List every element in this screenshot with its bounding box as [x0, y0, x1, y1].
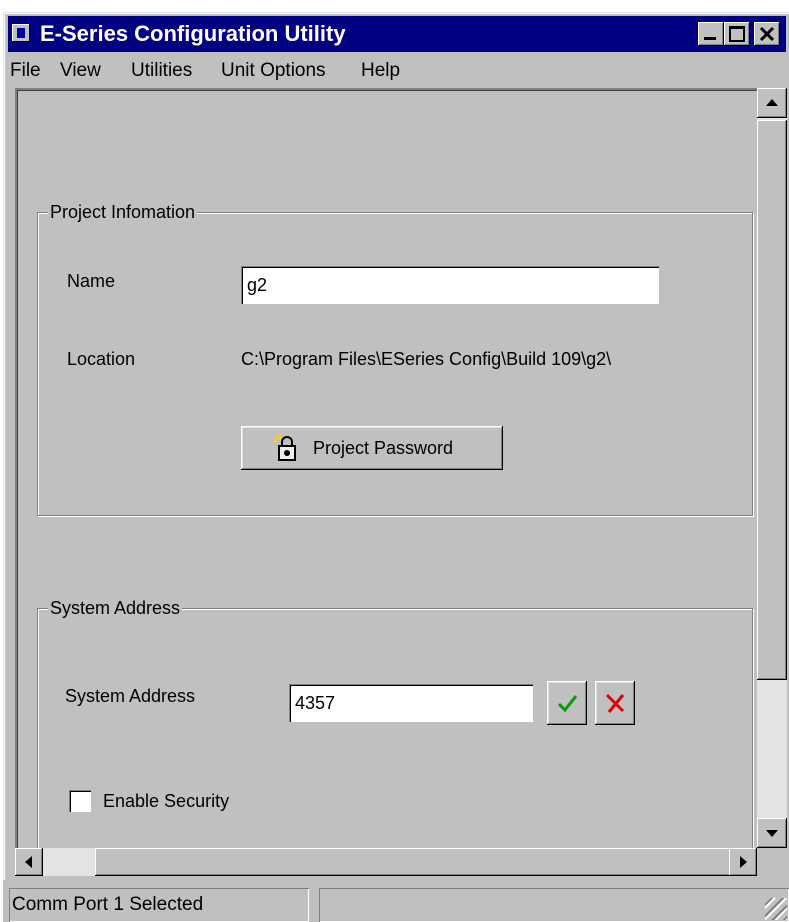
lock-key-icon [272, 434, 296, 461]
system-address-input[interactable] [289, 684, 533, 722]
enable-security-checkbox[interactable] [69, 790, 91, 812]
menu-bar: File View Utilities Unit Options Help [8, 56, 786, 86]
red-x-icon [605, 693, 625, 713]
enable-security-label: Enable Security [103, 791, 230, 811]
confirm-address-button[interactable] [547, 681, 587, 725]
project-info-label: Project Infomation [48, 201, 198, 223]
location-value: C:\Program Files\ESeries Config\Build 10… [241, 349, 612, 369]
app-icon[interactable] [12, 24, 30, 42]
system-address-group-label: System Address [48, 597, 183, 619]
cancel-address-button[interactable] [595, 681, 635, 725]
status-text: Comm Port 1 Selected [9, 888, 309, 922]
arrow-left-icon [25, 856, 32, 868]
location-label: Location [67, 349, 136, 369]
horizontal-scroll-thumb[interactable] [95, 848, 735, 876]
resize-grip[interactable] [765, 898, 787, 920]
menu-file[interactable]: File [10, 56, 41, 86]
name-label: Name [67, 271, 116, 291]
maximize-button[interactable] [724, 22, 750, 46]
scroll-up-button[interactable] [757, 88, 787, 118]
scroll-right-button[interactable] [729, 848, 757, 876]
close-button[interactable] [754, 22, 780, 46]
project-password-label: Project Password [313, 438, 454, 458]
project-password-button[interactable]: Project Password [241, 426, 503, 470]
status-panel-empty [319, 888, 789, 922]
menu-view[interactable]: View [60, 56, 101, 86]
scroll-down-button[interactable] [757, 818, 787, 848]
system-address-label: System Address [65, 686, 196, 706]
minimize-button[interactable] [698, 22, 724, 46]
title-bar[interactable]: E-Series Configuration Utility [8, 16, 786, 52]
checkmark-icon [557, 695, 578, 713]
window-title: E-Series Configuration Utility [40, 21, 346, 46]
config-panel: Project Infomation Name Location C:\Prog… [15, 88, 757, 848]
project-name-input[interactable] [241, 266, 659, 304]
vertical-scrollbar[interactable] [757, 88, 787, 848]
scroll-left-button[interactable] [15, 848, 43, 876]
scroll-corner [757, 848, 787, 876]
status-bar: Comm Port 1 Selected [3, 880, 789, 922]
arrow-up-icon [766, 99, 778, 106]
arrow-down-icon [766, 830, 778, 837]
system-address-group: System Address [37, 597, 753, 848]
menu-unit-options[interactable]: Unit Options [221, 56, 326, 86]
arrow-right-icon [740, 856, 747, 868]
vertical-scroll-thumb[interactable] [757, 120, 787, 680]
menu-help[interactable]: Help [361, 56, 400, 86]
horizontal-scrollbar[interactable] [15, 848, 757, 876]
menu-utilities[interactable]: Utilities [131, 56, 192, 86]
close-icon [759, 26, 775, 42]
